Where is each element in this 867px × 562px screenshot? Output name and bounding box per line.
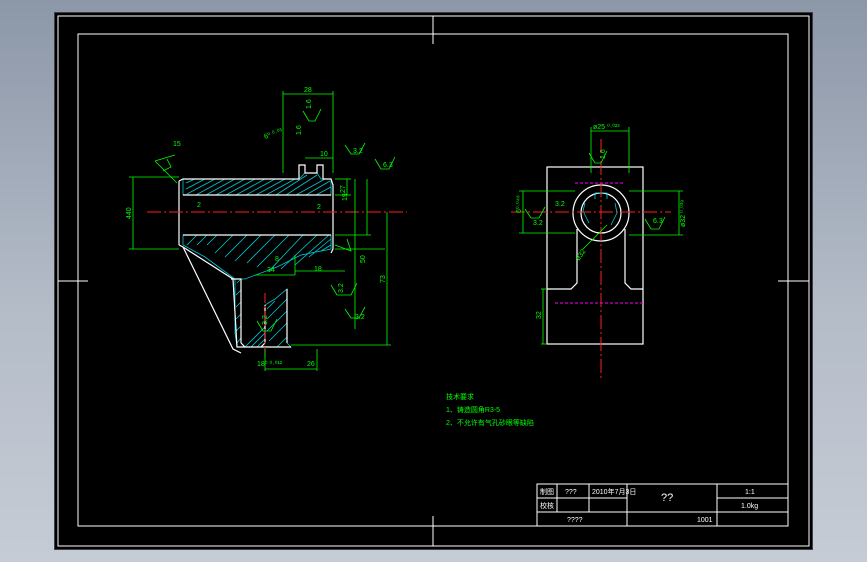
title-part-name: ??	[661, 492, 673, 504]
right-view-hidden-lines	[555, 182, 643, 304]
title-designer-name: ???	[565, 489, 577, 496]
dim-tolerance-left: 6⁰·⁰⁴⁸	[515, 195, 523, 213]
dim-2b: 2	[317, 204, 321, 211]
engineering-drawing: 28 1.6 1.6 6⁰ ⁰·⁰³ 10 3.2 6.3 15 27 19 4…	[57, 15, 810, 547]
left-view-hatching	[182, 172, 332, 348]
dim-roughness-1-6a: 1.6	[306, 99, 313, 109]
dim-roughness-1-6b: 1.6	[296, 125, 303, 135]
cad-viewport[interactable]: 28 1.6 1.6 6⁰ ⁰·⁰³ 10 3.2 6.3 15 27 19 4…	[55, 13, 812, 549]
dim-roughness-3-2b: 3.2	[338, 283, 345, 293]
dim-angle-15: 15	[173, 141, 181, 148]
title-date: 2010年7月3日	[592, 487, 636, 496]
dim-27: 27	[340, 185, 347, 193]
dim-roughness-3-2a: 3.2	[353, 148, 363, 155]
dim-8: 8	[275, 256, 279, 263]
title-label-draw: 制图	[540, 487, 554, 496]
title-scale: 1:1	[745, 489, 755, 496]
dim-tolerance-bottom: 18⁰ ⁰·⁰¹²	[257, 360, 283, 368]
dim-34: 34	[267, 267, 275, 274]
title-school: ????	[567, 517, 583, 524]
title-block: 制图 校核 ??? 2010年7月3日 1:1 1.0kg ???? 1001 …	[536, 483, 789, 527]
dim-440: 440	[126, 207, 133, 219]
dim-28: 28	[304, 87, 312, 94]
notes-line-2: 2、不允许有气孔砂眼等缺陷	[446, 418, 534, 427]
right-end-view: ø25 ⁰·⁰²³ 1.6 6⁰·⁰⁴⁸ 3.2 3.2 6.3 ø32 ⁰·⁰…	[511, 123, 687, 379]
title-drawing-number: 1001	[697, 517, 713, 524]
left-view-dimension-lines	[129, 91, 396, 371]
dim-roughness-6-3: 6.3	[383, 162, 393, 169]
left-view-dimension-text: 28 1.6 1.6 6⁰ ⁰·⁰³ 10 3.2 6.3 15 27 19 4…	[126, 87, 393, 368]
dim-roughness-3-2a-right: 3.2	[555, 201, 565, 208]
dim-73: 73	[380, 275, 387, 283]
dim-18: 18	[314, 266, 322, 273]
technical-notes: 技术要求 1、铸造圆角R3-5 2、不允许有气孔砂眼等缺陷	[446, 392, 534, 427]
dim-bore-25: ø25 ⁰·⁰²³	[593, 123, 620, 131]
dim-roughness-3-2c: 3.2	[355, 314, 365, 321]
title-weight: 1.0kg	[741, 503, 758, 510]
dim-2a: 2	[197, 202, 201, 209]
dim-roughness-1-6: 1.6	[600, 149, 607, 159]
left-view-outline	[178, 164, 334, 354]
dim-10: 10	[320, 151, 328, 158]
notes-title: 技术要求	[446, 392, 474, 401]
dim-19: 19	[342, 193, 349, 201]
dim-roughness-3-2d: 3.2	[262, 315, 269, 325]
dim-roughness-3-2b-right: 3.2	[533, 220, 543, 227]
title-label-check: 校核	[540, 501, 554, 510]
dim-26: 26	[307, 361, 315, 368]
drawing-frame	[57, 15, 810, 547]
dim-tolerance-top: 6⁰ ⁰·⁰³	[263, 127, 284, 141]
left-section-view: 28 1.6 1.6 6⁰ ⁰·⁰³ 10 3.2 6.3 15 27 19 4…	[126, 87, 407, 371]
dim-50: 50	[360, 255, 367, 263]
dim-height-32: 32	[536, 311, 543, 319]
notes-line-1: 1、铸造圆角R3-5	[446, 405, 500, 414]
dim-roughness-6-3-right: 6.3	[653, 218, 663, 225]
dim-outer-32: ø32 ⁰·⁰³⁹	[679, 200, 687, 227]
